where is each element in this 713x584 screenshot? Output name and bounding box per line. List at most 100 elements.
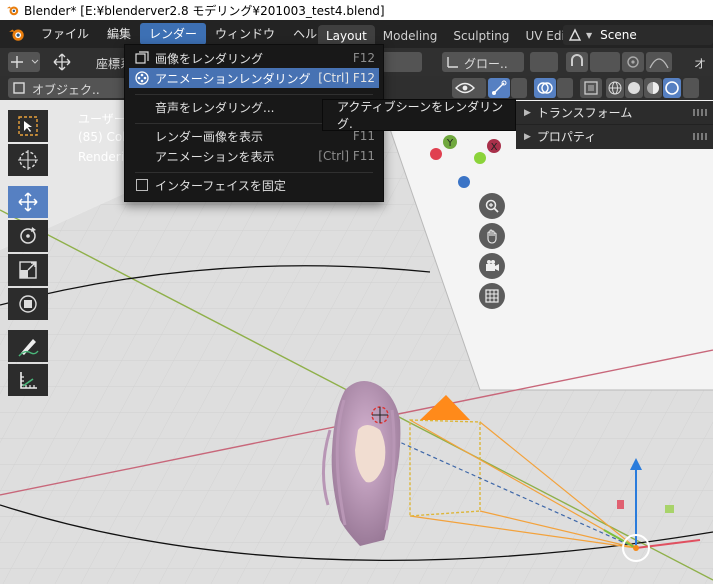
xray-icon [584,81,598,95]
mode-label: オブジェク.. [32,83,100,97]
menu-item-render-image[interactable]: 画像をレンダリング F12 [129,48,379,68]
select-box-tool[interactable] [8,110,48,142]
scale-tool[interactable] [8,254,48,286]
shading-solid-button[interactable] [625,78,643,98]
perspective-toggle-button[interactable] [479,283,505,309]
falloff-dropdown[interactable] [646,52,672,72]
transform-tool[interactable] [8,288,48,320]
chevron-down-icon: ▼ [586,30,593,40]
transform-pivot-button[interactable] [8,52,40,72]
panel-properties[interactable]: ▶ プロパティ [516,125,713,148]
object-mode-icon [13,82,25,94]
gizmo-y-label: Y [446,138,454,149]
render-image-icon [135,51,149,64]
blender-menu-icon[interactable] [8,25,26,43]
pencil-icon [18,339,39,357]
menu-item-shortcut: [Ctrl] F12 [318,71,375,85]
transform-icon [19,295,37,313]
viewport-view-name: ユーザー [78,112,126,126]
menu-render[interactable]: レンダー [140,23,207,45]
checkbox-icon[interactable] [136,179,148,191]
shading-material-button[interactable] [644,78,662,98]
orientation-label: グロー.. [464,57,508,71]
navigation-gizmo[interactable]: Y X [428,132,508,202]
menu-edit[interactable]: 編集 [98,23,140,45]
options-label[interactable]: オ [694,55,706,72]
scale-icon [19,261,37,279]
solid-sphere-icon [628,82,640,94]
film-reel-icon [135,71,149,85]
proportional-icon [627,56,639,68]
pivot-point-dropdown[interactable] [530,52,558,72]
shading-rendered-button[interactable] [663,78,681,98]
measure-tool[interactable] [8,364,48,396]
orientation-dropdown[interactable]: グロー.. [442,52,524,72]
select-box-icon [18,116,38,136]
move-icon [53,53,71,71]
cursor-tool[interactable] [8,144,48,176]
snap-target-dropdown[interactable] [590,52,620,72]
proportional-edit-toggle[interactable] [622,52,644,72]
drag-handle-icon[interactable] [693,133,707,140]
pivot-icon [11,56,39,68]
annotate-tool[interactable] [8,330,48,362]
tab-sculpting[interactable]: Sculpting [445,25,517,48]
rendered-sphere-icon [665,81,679,95]
material-sphere-icon [647,82,659,94]
pan-button[interactable] [479,223,505,249]
move-gizmo-button[interactable] [48,52,76,72]
panel-transform[interactable]: ▶ トランスフォーム [516,101,713,124]
move-tool[interactable] [8,186,48,218]
gizmo-toggle[interactable] [488,78,510,98]
panel-properties-label: プロパティ [536,130,597,144]
snap-toggle[interactable] [566,52,588,72]
menu-item-view-animation[interactable]: アニメーションを表示 [Ctrl] F11 [129,146,379,166]
zoom-button[interactable] [479,193,505,219]
rotate-tool[interactable] [8,220,48,252]
menu-item-render-animation[interactable]: アニメーションレンダリング [Ctrl] F12 [129,68,379,88]
scene-icon [568,28,582,41]
drag-handle-icon[interactable] [693,109,707,116]
overlay-icon [537,82,553,94]
tab-modeling[interactable]: Modeling [375,25,446,48]
eye-icon [455,82,475,94]
gizmo-icon [492,80,507,95]
menu-file[interactable]: ファイル [32,23,98,45]
camera-view-button[interactable] [479,253,505,279]
mode-dropdown[interactable]: オブジェク.. [8,78,126,98]
hand-icon [487,229,497,244]
xray-toggle[interactable] [580,78,602,98]
wireframe-sphere-icon [608,81,622,95]
shading-dropdown[interactable] [683,78,699,98]
menu-item-shortcut: [Ctrl] F11 [318,149,375,163]
scene-name: Scene [600,28,637,42]
collapse-arrow-icon: ▶ [524,131,531,142]
menu-item-label: インターフェイスを固定 [155,178,286,193]
menu-item-lock-interface[interactable]: インターフェイスを固定 [129,175,379,195]
gizmo-x-label: X [491,142,498,153]
overlay-dropdown[interactable] [557,78,573,98]
overlay-toggle[interactable] [534,78,556,98]
panel-transform-label: トランスフォーム [536,106,633,120]
shading-wireframe-button[interactable] [606,78,624,98]
menu-item-shortcut: F12 [352,51,375,65]
menu-item-label: レンダー画像を表示 [155,129,264,144]
visibility-dropdown[interactable] [452,78,486,98]
menu-item-label: 音声をレンダリング... [155,100,275,115]
menu-separator [135,172,373,173]
gizmo-dropdown[interactable] [511,78,527,98]
collapse-arrow-icon: ▶ [524,107,531,118]
menu-window[interactable]: ウィンドウ [206,23,284,45]
tooltip-text: アクティブシーンをレンダリング. [337,100,504,131]
cursor-icon [18,150,38,170]
scene-selector[interactable]: ▼ Scene [563,25,713,45]
sidebar-panel: ▶ トランスフォーム ▶ プロパティ [516,101,713,149]
grid-icon [485,289,499,303]
title-bar: Blender* [E:¥blenderver2.8 モデリング¥201003_… [0,0,713,20]
falloff-curve-icon [649,58,669,69]
rotate-icon [20,227,36,244]
blender-logo-icon [6,6,19,16]
menu-item-label: アニメーションレンダリング [155,71,311,86]
tooltip: アクティブシーンをレンダリング. [322,99,516,131]
view-mode-dropdown[interactable] [382,52,422,72]
